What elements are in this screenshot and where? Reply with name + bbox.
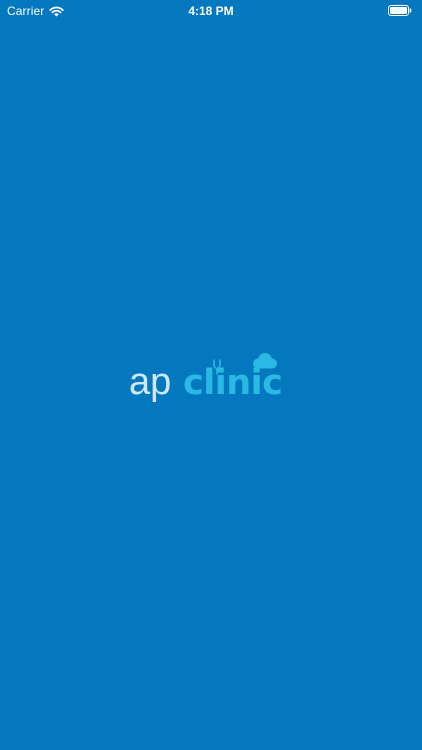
apclinic-logo: ap clinic <box>126 344 296 406</box>
battery-fill <box>390 7 407 14</box>
status-bar: Carrier 4:18 PM <box>0 0 422 22</box>
apclinic-logo-graphic: ap clinic <box>129 353 283 403</box>
battery-icon <box>388 5 412 16</box>
status-time: 4:18 PM <box>188 4 234 18</box>
brand-ap-text: ap <box>129 361 171 403</box>
brand-clinic-text: clinic <box>183 363 282 403</box>
